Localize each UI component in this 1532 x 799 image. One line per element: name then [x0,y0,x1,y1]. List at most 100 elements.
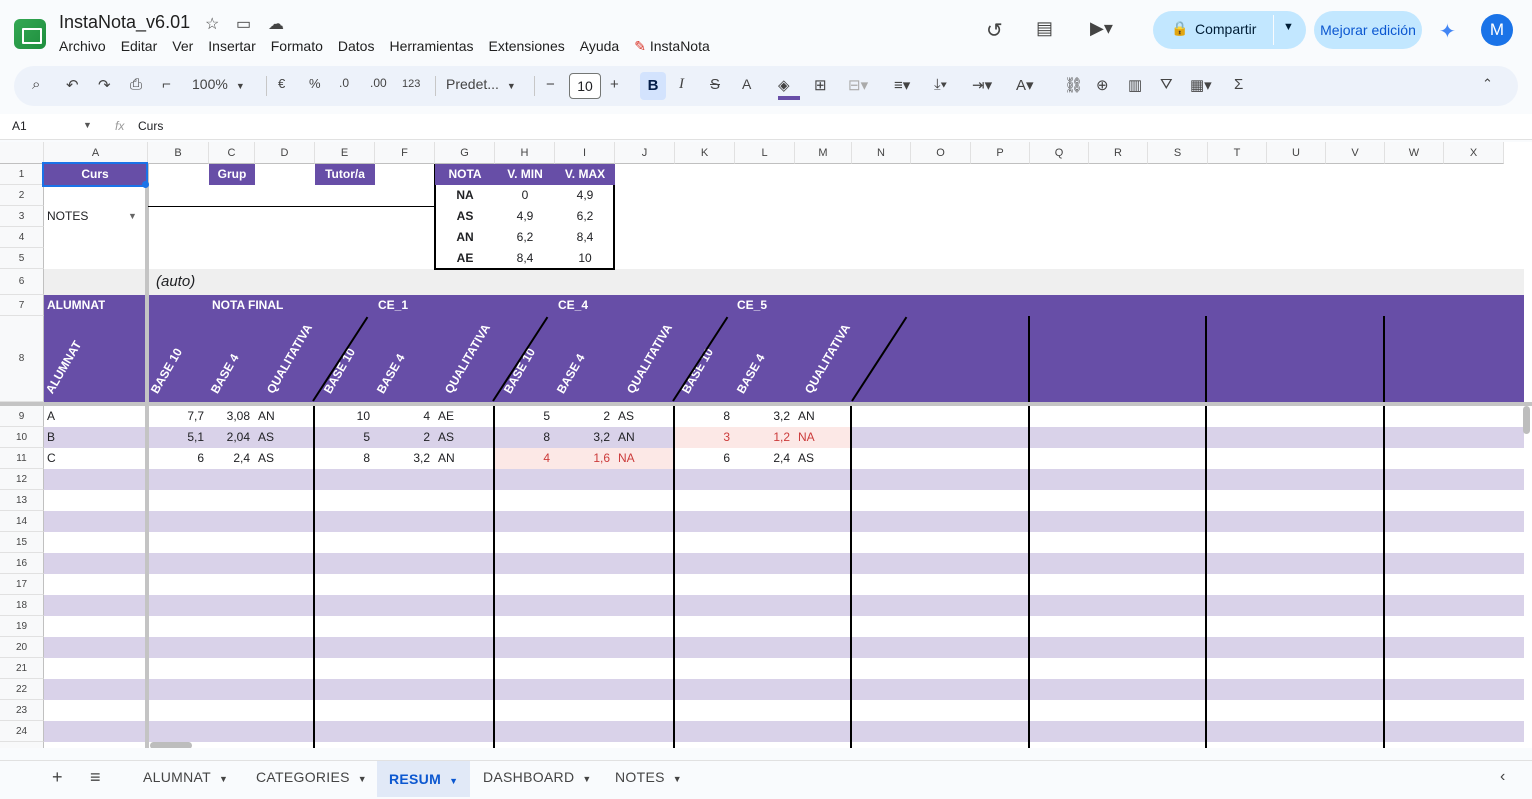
scale-table-cell[interactable]: 4,9 [495,206,555,227]
chevron-down-icon[interactable]: ▼ [1283,21,1294,33]
row-header[interactable]: 8 [0,316,44,402]
row-header[interactable]: 22 [0,679,44,700]
strikethrough-button[interactable]: S [710,76,720,93]
menu-editar[interactable]: Editar [121,38,158,55]
scale-table-cell[interactable]: AE [435,248,495,269]
row-header[interactable]: 12 [0,469,44,490]
sheets-logo-icon[interactable] [14,19,46,49]
filter-views-icon[interactable]: ▦▾ [1190,76,1212,94]
grade-cell[interactable]: 1,2 [735,430,790,444]
comment-icon[interactable]: ⊕ [1096,76,1109,94]
row-header[interactable]: 21 [0,658,44,679]
column-header[interactable]: S [1148,142,1208,164]
row-header[interactable]: 18 [0,595,44,616]
row-header[interactable]: 13 [0,490,44,511]
row-header[interactable]: 23 [0,700,44,721]
column-header[interactable]: E [315,142,375,164]
tab-categories[interactable]: CATEGORIES ▼ [256,769,367,785]
vertical-scrollbar[interactable] [1523,406,1530,434]
star-icon[interactable]: ☆ [205,14,219,34]
grade-cell[interactable]: 3,2 [735,409,790,423]
font-size-decrease-button[interactable]: − [546,76,555,93]
filter-icon[interactable]: ⛛ [1160,76,1173,93]
font-select[interactable]: Predet... ▼ [446,76,516,92]
section-header[interactable]: NOTA FINAL [212,298,284,312]
menu-herramientas[interactable]: Herramientas [389,38,473,55]
scale-table-cell[interactable]: 10 [555,248,615,269]
scale-table-header[interactable]: V. MAX [555,164,615,185]
tab-dashboard[interactable]: DASHBOARD ▼ [483,769,592,785]
grade-cell[interactable]: 2,4 [735,451,790,465]
share-button[interactable]: 🔒 Compartir ▼ [1153,11,1306,49]
row-header[interactable]: 4 [0,227,44,248]
percent-button[interactable]: % [309,76,321,91]
section-header[interactable]: CE_4 [558,298,589,312]
grade-cell[interactable]: 10 [315,409,370,423]
menu-instanota[interactable]: ✎ InstaNota [634,38,710,55]
grade-cell[interactable]: 2 [375,430,430,444]
grade-cell[interactable]: 8 [495,430,550,444]
column-header[interactable]: A [44,142,148,164]
grade-cell[interactable]: AS [618,409,675,423]
row-header[interactable]: 7 [0,295,44,316]
chevron-down-icon[interactable]: ▼ [128,211,137,221]
section-header[interactable]: CE_5 [737,298,768,312]
column-header[interactable]: O [911,142,971,164]
row-header[interactable]: 6 [0,269,44,295]
row-header[interactable]: 17 [0,574,44,595]
improve-edition-button[interactable]: Mejorar edición [1314,11,1422,49]
search-icon[interactable]: ⌕ [32,76,40,93]
grade-cell[interactable]: AN [438,451,495,465]
column-header[interactable]: J [615,142,675,164]
grade-cell[interactable]: 2 [555,409,610,423]
menu-ver[interactable]: Ver [172,38,193,55]
auto-label[interactable]: (auto) [156,273,195,290]
menu-formato[interactable]: Formato [271,38,323,55]
row-header[interactable]: 15 [0,532,44,553]
student-name[interactable]: A [47,409,55,423]
scale-table-cell[interactable]: 4,9 [555,185,615,206]
merge-cells-icon[interactable]: ⊟▾ [848,76,868,94]
scale-table-cell[interactable]: AN [435,227,495,248]
row-header[interactable]: 16 [0,553,44,574]
gemini-icon[interactable]: ✦ [1439,19,1456,44]
row-header[interactable]: 5 [0,248,44,269]
row-header[interactable]: 19 [0,616,44,637]
undo-icon[interactable]: ↶ [66,76,79,94]
italic-button[interactable]: I [679,76,684,93]
row-header[interactable]: 3 [0,206,44,227]
row-header[interactable]: 9 [0,406,44,427]
grade-cell[interactable]: AS [438,430,495,444]
chevron-down-icon[interactable]: ▼ [83,120,92,130]
section-header[interactable]: ALUMNAT [47,298,106,312]
tab-notes[interactable]: NOTES ▼ [615,769,682,785]
cloud-status-icon[interactable]: ☁ [268,14,284,34]
wrap-text-icon[interactable]: ⇥▾ [972,76,992,94]
notes-dropdown[interactable]: NOTES [47,209,88,223]
meet-icon[interactable]: ▶▾ [1090,18,1113,39]
horizontal-scrollbar[interactable] [150,742,192,748]
zoom-select[interactable]: 100% ▼ [192,76,245,92]
scale-table-cell[interactable]: NA [435,185,495,206]
grade-cell[interactable]: 4 [375,409,430,423]
text-color-button[interactable]: A [742,76,751,92]
align-horizontal-icon[interactable]: ≡▾ [894,76,910,94]
column-header[interactable]: V [1326,142,1385,164]
grup-label[interactable]: Grup [209,164,255,185]
scale-table-header[interactable]: NOTA [435,164,495,185]
grade-cell[interactable]: 6 [675,451,730,465]
column-header[interactable]: R [1089,142,1148,164]
grade-cell[interactable]: AS [258,451,315,465]
grade-cell[interactable]: 3,08 [209,409,250,423]
grade-cell[interactable]: 6 [148,451,204,465]
chart-icon[interactable]: ▥ [1128,76,1142,94]
column-header[interactable]: L [735,142,795,164]
document-title[interactable]: InstaNota_v6.01 [59,12,190,33]
row-header[interactable]: 1 [0,164,44,185]
row-header[interactable]: 20 [0,637,44,658]
comments-icon[interactable]: ▤ [1036,18,1053,39]
formula-input[interactable]: Curs [138,119,163,133]
menu-archivo[interactable]: Archivo [59,38,106,55]
font-size-input[interactable]: 10 [569,73,601,99]
grade-cell[interactable]: 3,2 [375,451,430,465]
